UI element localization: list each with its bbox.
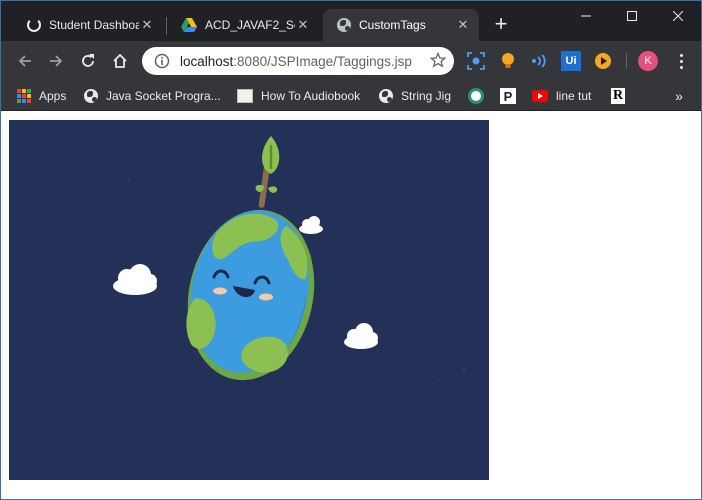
lightbulb-extension-icon[interactable]: [498, 51, 518, 71]
ui-extension-icon[interactable]: Ui: [561, 51, 581, 71]
bookmark-circle[interactable]: [468, 86, 484, 106]
new-tab-button[interactable]: +: [489, 13, 513, 37]
ui-extension-label: Ui: [565, 55, 577, 67]
p-favicon: P: [500, 88, 516, 104]
toolbar-separator: [626, 53, 627, 69]
earth-illustration-image: [9, 120, 489, 480]
audio-extension-icon[interactable]: [530, 51, 550, 71]
youtube-icon: [532, 90, 548, 102]
close-window-button[interactable]: [655, 1, 701, 31]
google-drive-icon: [181, 18, 197, 32]
bookmark-label: Apps: [39, 89, 67, 103]
tab-strip: Student Dashboard ✕ ACD_JAVAF2_Session ✕…: [1, 1, 701, 41]
bookmark-label: How To Audiobook: [261, 89, 361, 103]
cloud-top-right: [299, 216, 323, 234]
info-icon[interactable]: [154, 53, 170, 69]
home-icon: [113, 53, 127, 68]
lightbulb-glyph: [502, 53, 514, 68]
bookmark-string-jig[interactable]: String Jig: [379, 86, 451, 106]
bookmark-label: line tut: [556, 89, 592, 103]
bookmark-p[interactable]: P: [500, 86, 516, 106]
tab-title: ACD_JAVAF2_Session: [205, 18, 295, 32]
back-button[interactable]: [13, 49, 37, 73]
r-favicon: R: [611, 88, 625, 104]
bookmark-apps[interactable]: Apps: [17, 86, 66, 106]
tab-title: CustomTags: [359, 18, 426, 32]
circle-favicon: [468, 88, 484, 104]
audiobook-favicon: [237, 89, 253, 103]
play-glyph: [595, 53, 611, 69]
browser-toolbar: localhost:8080/JSPImage/Taggings.jsp Ui …: [1, 41, 701, 81]
audio-waves-glyph: [532, 54, 546, 68]
address-bar[interactable]: localhost:8080/JSPImage/Taggings.jsp: [142, 47, 454, 75]
menu-dot: [679, 53, 683, 57]
bookmark-how-to-audiobook[interactable]: How To Audiobook: [237, 86, 360, 106]
back-arrow-icon: [18, 55, 31, 67]
bookmark-label: String Jig: [401, 89, 452, 103]
url-path: :8080/JSPImage/Taggings.jsp: [233, 53, 412, 69]
url-host: localhost: [180, 53, 234, 69]
close-icon[interactable]: ✕: [295, 17, 311, 33]
screenshot-glyph: [467, 52, 485, 70]
tab-customtags[interactable]: CustomTags ✕: [323, 9, 479, 41]
bookmarks-overflow-chevron-icon[interactable]: »: [671, 86, 687, 106]
profile-avatar[interactable]: K: [638, 51, 658, 71]
reload-button[interactable]: [76, 49, 100, 73]
menu-button[interactable]: [673, 51, 689, 71]
tab-acd-javaf2[interactable]: ACD_JAVAF2_Session ✕: [167, 9, 319, 41]
tab-title: Student Dashboard: [49, 18, 139, 32]
globe-icon: [84, 89, 98, 103]
tab-student-dashboard[interactable]: Student Dashboard ✕: [13, 9, 163, 41]
maximize-button[interactable]: [609, 1, 655, 31]
globe-icon: [379, 89, 393, 103]
bookmark-line-tut[interactable]: line tut: [532, 86, 591, 106]
close-window-icon: [673, 11, 683, 21]
loading-spinner-icon: [27, 18, 41, 32]
cloud-bottom-right: [344, 323, 378, 349]
apps-grid-icon: [17, 89, 31, 103]
sprout: [255, 136, 280, 208]
close-icon[interactable]: ✕: [139, 17, 155, 33]
minimize-button[interactable]: [563, 1, 609, 31]
menu-dot: [679, 65, 683, 69]
url-text: localhost:8080/JSPImage/Taggings.jsp: [180, 54, 412, 69]
page-content: [1, 112, 701, 499]
forward-button[interactable]: [44, 49, 68, 73]
profile-initial: K: [644, 55, 652, 67]
bookmark-r[interactable]: R: [611, 86, 625, 106]
minimize-icon: [581, 15, 591, 17]
bookmarks-bar: Apps Java Socket Progra... How To Audiob…: [1, 81, 701, 111]
play-extension-icon[interactable]: [593, 51, 613, 71]
cloud-left: [113, 264, 157, 295]
maximize-icon: [627, 11, 637, 21]
screenshot-extension-icon[interactable]: [466, 51, 486, 71]
home-button[interactable]: [108, 49, 132, 73]
forward-arrow-icon: [50, 55, 63, 67]
close-icon[interactable]: ✕: [455, 17, 471, 33]
reload-icon: [82, 54, 94, 67]
bookmark-label: Java Socket Progra...: [106, 89, 221, 103]
bookmark-java-socket[interactable]: Java Socket Progra...: [84, 86, 221, 106]
bookmark-star-icon[interactable]: [430, 52, 446, 68]
globe-icon: [337, 18, 351, 32]
browser-window: Student Dashboard ✕ ACD_JAVAF2_Session ✕…: [0, 0, 702, 500]
menu-dot: [679, 59, 683, 63]
earth-illustration-svg: [67, 136, 466, 382]
